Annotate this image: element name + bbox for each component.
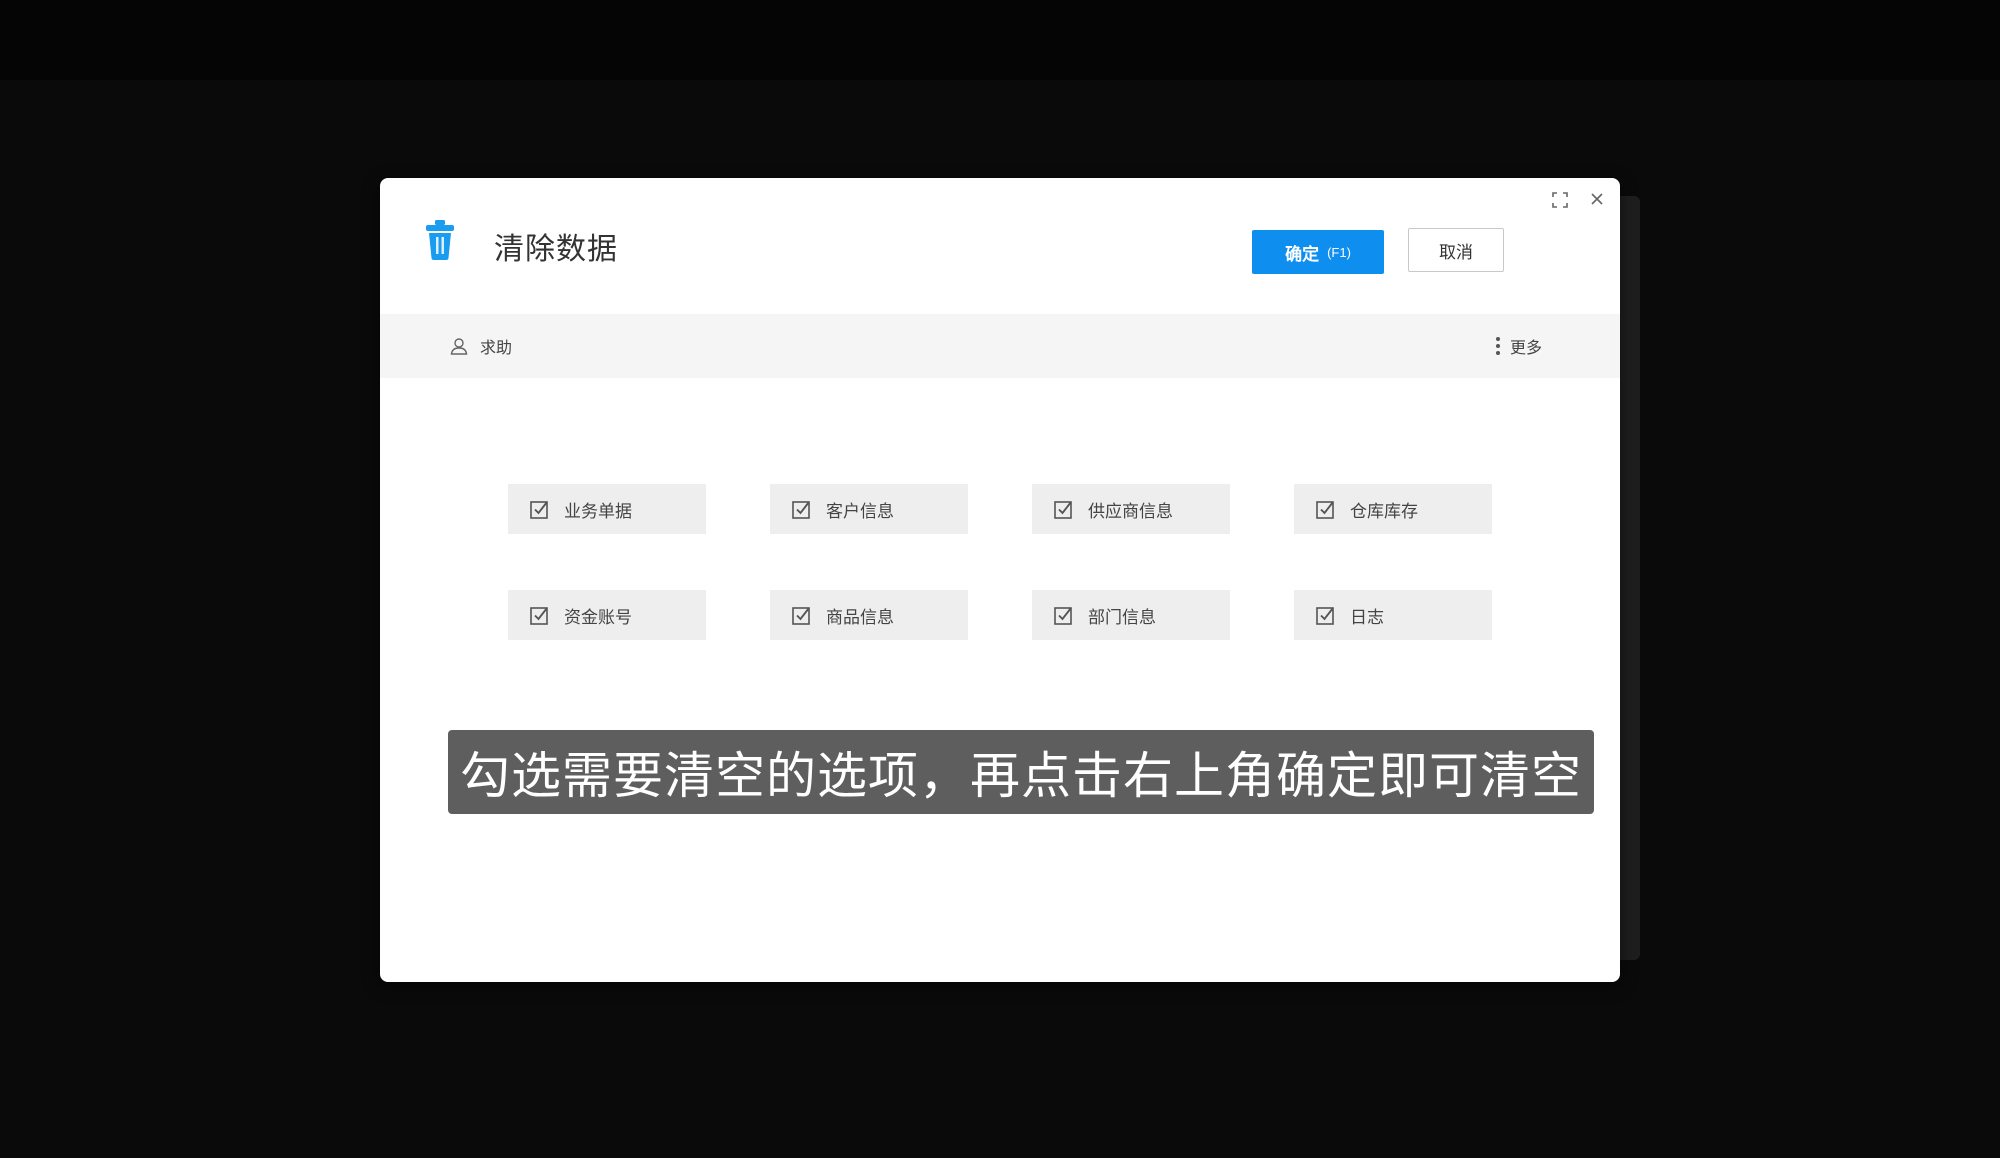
- checkbox-checked-icon[interactable]: [1054, 499, 1074, 519]
- checkbox-checked-icon[interactable]: [1054, 605, 1074, 625]
- screen: 清除数据 确定 (F1) 取消 求助 更多 业务单据 客户信息 供应商信息 仓库…: [0, 0, 2000, 1158]
- option-product-info[interactable]: 商品信息: [770, 590, 968, 640]
- option-fund-accounts[interactable]: 资金账号: [508, 590, 706, 640]
- option-label: 部门信息: [1088, 607, 1156, 628]
- option-label: 客户信息: [826, 501, 894, 522]
- video-caption: 勾选需要清空的选项，再点击右上角确定即可清空: [448, 730, 1594, 814]
- dialog-title: 清除数据: [494, 232, 618, 267]
- top-bar: [0, 0, 2000, 80]
- option-business-documents[interactable]: 业务单据: [508, 484, 706, 534]
- option-label: 资金账号: [564, 607, 632, 628]
- option-label: 日志: [1350, 607, 1384, 628]
- confirm-label: 确定: [1285, 244, 1320, 264]
- checkbox-checked-icon[interactable]: [1316, 499, 1336, 519]
- checkbox-checked-icon[interactable]: [1316, 605, 1336, 625]
- option-label: 仓库库存: [1350, 501, 1418, 522]
- user-icon: [450, 338, 468, 355]
- option-department-info[interactable]: 部门信息: [1032, 590, 1230, 640]
- option-supplier-info[interactable]: 供应商信息: [1032, 484, 1230, 534]
- help-button[interactable]: 求助: [450, 334, 512, 358]
- option-label: 供应商信息: [1088, 501, 1173, 522]
- option-label: 业务单据: [564, 501, 632, 522]
- help-label: 求助: [480, 338, 513, 357]
- checkbox-checked-icon[interactable]: [792, 605, 812, 625]
- checkbox-checked-icon[interactable]: [792, 499, 812, 519]
- confirm-shortcut-hint: (F1): [1327, 244, 1351, 260]
- option-customer-info[interactable]: 客户信息: [770, 484, 968, 534]
- vertical-dots-icon: [1496, 337, 1500, 355]
- more-button[interactable]: 更多: [1496, 334, 1542, 358]
- cancel-button[interactable]: 取消: [1408, 228, 1504, 272]
- dialog-header: 清除数据 确定 (F1) 取消: [380, 178, 1620, 314]
- dialog-toolbar: 求助 更多: [380, 314, 1620, 378]
- trash-icon: [426, 220, 454, 260]
- more-label: 更多: [1510, 338, 1543, 357]
- clear-data-dialog: 清除数据 确定 (F1) 取消 求助 更多 业务单据 客户信息 供应商信息 仓库…: [380, 178, 1620, 982]
- confirm-button[interactable]: 确定 (F1): [1252, 230, 1384, 274]
- maximize-icon[interactable]: [1552, 192, 1568, 208]
- option-logs[interactable]: 日志: [1294, 590, 1492, 640]
- option-label: 商品信息: [826, 607, 894, 628]
- checkbox-checked-icon[interactable]: [530, 605, 550, 625]
- option-warehouse-stock[interactable]: 仓库库存: [1294, 484, 1492, 534]
- checkbox-checked-icon[interactable]: [530, 499, 550, 519]
- close-icon[interactable]: [1590, 192, 1604, 206]
